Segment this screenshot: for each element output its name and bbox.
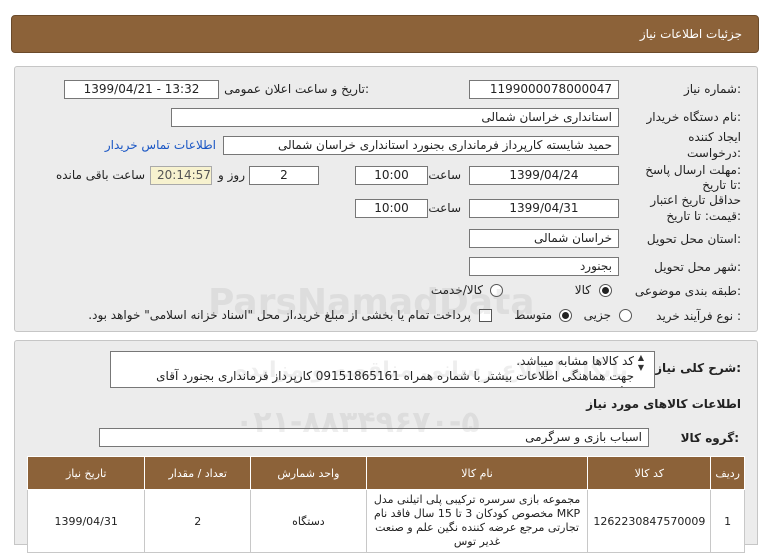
deadline-label-1: مهلت ارسال پاسخ:	[645, 163, 741, 177]
cell-unit: دستگاه	[250, 489, 367, 553]
need-number-field[interactable]: 1199000078000047	[469, 80, 619, 99]
days-label: روز و	[218, 168, 245, 182]
category-label: طبقه بندی موضوعی:	[634, 284, 741, 298]
col-code: کد کالا	[587, 456, 712, 490]
col-unit: واحد شمارش	[250, 456, 367, 490]
process-medium-label: متوسط	[514, 308, 552, 322]
treasury-payment-checkbox[interactable]	[479, 309, 492, 322]
need-details-panel: شرح کلی نیاز: کد کالاها مشابه میباشد. جه…	[14, 340, 758, 553]
goods-group-field[interactable]: اسباب بازی و سرگرمی	[99, 428, 649, 447]
buyer-org-label: نام دستگاه خریدار:	[646, 110, 742, 124]
col-row: ردیف	[710, 456, 745, 490]
general-description-line-2: جهت هماهنگی اطلاعات بیشتر با شماره همراه…	[156, 369, 634, 387]
general-description-field[interactable]: کد کالاها مشابه میباشد. جهت هماهنگی اطلا…	[110, 351, 655, 388]
city-label: شهر محل تحویل:	[654, 260, 741, 274]
col-qty: تعداد / مقدار	[144, 456, 251, 490]
buyer-org-field[interactable]: استانداری خراسان شمالی	[171, 108, 619, 127]
announce-datetime-label: تاریخ و ساعت اعلان عمومی:	[224, 82, 369, 96]
validity-time-field[interactable]: 10:00	[355, 199, 428, 218]
validity-label-1: حداقل تاریخ اعتبار	[650, 193, 741, 207]
category-goods-radio[interactable]	[599, 284, 612, 297]
description-scroll-arrows-icon[interactable]: ▲ ▼	[635, 353, 647, 385]
cell-code: 1262230847570009	[587, 489, 712, 553]
countdown-timer: 20:14:57	[150, 166, 212, 185]
process-medium-radio[interactable]	[559, 309, 572, 322]
creator-label-2: درخواست:	[687, 146, 741, 160]
goods-group-label: گروه کالا:	[680, 431, 739, 445]
cell-row: 1	[710, 489, 745, 553]
province-field[interactable]: خراسان شمالی	[469, 229, 619, 248]
validity-time-label: ساعت	[428, 201, 461, 215]
cell-name: مجموعه بازی سرسره ترکیبی پلی اتیلنی مدل …	[365, 489, 589, 553]
deadline-label-2: تا تاریخ:	[702, 178, 741, 192]
city-field[interactable]: بجنورد	[469, 257, 619, 276]
deadline-time-field[interactable]: 10:00	[355, 166, 428, 185]
page-title-bar: جزئیات اطلاعات نیاز	[11, 15, 759, 53]
buyer-contact-link[interactable]: اطلاعات تماس خریدار	[105, 138, 216, 152]
treasury-payment-note: پرداخت تمام یا بخشی از مبلغ خرید،از محل …	[88, 308, 471, 322]
validity-label-2: قیمت: تا تاریخ:	[666, 209, 741, 223]
category-goods-service-radio[interactable]	[490, 284, 503, 297]
deadline-date-field[interactable]: 1399/04/24	[469, 166, 619, 185]
page-title: جزئیات اطلاعات نیاز	[639, 27, 742, 41]
category-goods-service-label: کالا/خدمت	[430, 283, 483, 297]
province-label: استان محل تحویل:	[646, 232, 741, 246]
process-minor-label: جزیی	[583, 308, 611, 322]
process-minor-radio[interactable]	[619, 309, 632, 322]
general-description-line-1: کد کالاها مشابه میباشد.	[516, 354, 634, 368]
creator-label-1: ایجاد کننده	[688, 130, 741, 144]
creator-field[interactable]: حمید شایسته کارپرداز فرمانداری بجنورد اس…	[223, 136, 619, 155]
remaining-label: ساعت باقی مانده	[55, 168, 145, 182]
goods-table: ردیف کد کالا نام کالا واحد شمارش تعداد /…	[26, 456, 745, 553]
process-type-label: نوع فرآیند خرید :	[656, 309, 741, 323]
col-name: نام کالا	[365, 456, 589, 490]
days-remaining-field[interactable]: 2	[249, 166, 319, 185]
category-goods-label: کالا	[574, 283, 591, 297]
deadline-time-label: ساعت	[428, 168, 461, 182]
goods-info-title: اطلاعات کالاهای مورد نیاز	[586, 397, 741, 411]
general-description-label: شرح کلی نیاز:	[655, 361, 741, 375]
col-date: تاریخ نیاز	[26, 456, 146, 490]
need-info-panel: شماره نیاز: 1199000078000047 تاریخ و ساع…	[14, 66, 758, 332]
table-row[interactable]: 1 1262230847570009 مجموعه بازی سرسره ترک…	[26, 489, 745, 553]
cell-qty: 2	[144, 489, 251, 553]
announce-datetime-field[interactable]: 1399/04/21 - 13:32	[64, 80, 219, 99]
goods-table-header: ردیف کد کالا نام کالا واحد شمارش تعداد /…	[26, 456, 745, 490]
need-number-label: شماره نیاز:	[683, 82, 741, 96]
validity-date-field[interactable]: 1399/04/31	[469, 199, 619, 218]
cell-date: 1399/04/31	[26, 489, 146, 553]
